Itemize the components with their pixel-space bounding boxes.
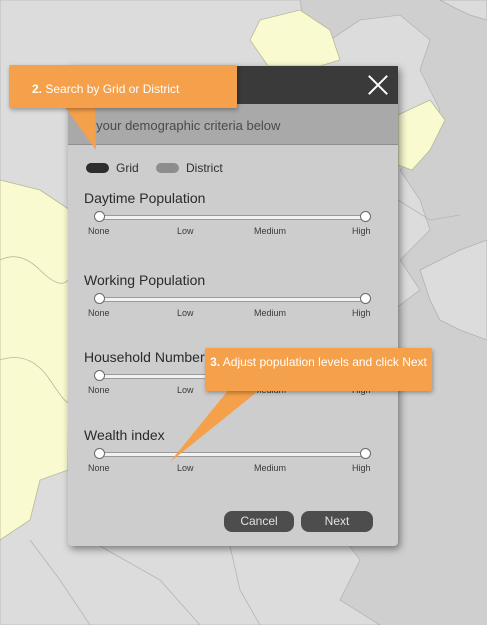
tick-low: Low <box>177 385 194 395</box>
cancel-button[interactable]: Cancel <box>224 511 294 532</box>
tick-high: High <box>352 226 371 236</box>
callout-step-2-text: Search by Grid or District <box>45 82 180 96</box>
toggle-grid-pill <box>86 163 109 173</box>
tick-none: None <box>88 385 110 395</box>
slider-title: Household Number <box>84 349 205 365</box>
close-icon[interactable] <box>366 72 390 96</box>
dialog-instructions: er your demographic criteria below <box>68 104 398 145</box>
callout-step-3: 3. Adjust population levels and click Ne… <box>205 348 432 391</box>
callout-step-2-number: 2. <box>32 82 43 96</box>
slider-track[interactable] <box>98 452 366 457</box>
tick-low: Low <box>177 308 194 318</box>
tick-none: None <box>88 308 110 318</box>
tick-high: High <box>352 463 371 473</box>
slider-max-handle[interactable] <box>360 448 371 459</box>
tick-high: High <box>352 308 371 318</box>
tick-medium: Medium <box>254 463 287 473</box>
slider-min-handle[interactable] <box>94 370 105 381</box>
toggle-grid[interactable]: Grid <box>86 161 146 175</box>
tick-medium: Medium <box>254 226 287 236</box>
instructions-text: er your demographic criteria below <box>81 118 281 133</box>
toggle-district[interactable]: District <box>156 161 236 175</box>
tick-none: None <box>88 463 110 473</box>
tick-low: Low <box>177 463 194 473</box>
tick-low: Low <box>177 226 194 236</box>
callout-step-3-number: 3. <box>210 355 221 369</box>
tick-none: None <box>88 226 110 236</box>
slider-title: Wealth index <box>84 427 165 443</box>
callout-step-2: 2. Search by Grid or District <box>9 65 237 108</box>
slider-track[interactable] <box>98 297 366 302</box>
slider-min-handle[interactable] <box>94 448 105 459</box>
toggle-district-label: District <box>186 161 223 175</box>
callout-step-3-text: Adjust population levels and click Next <box>222 355 427 369</box>
tick-medium: Medium <box>254 308 287 318</box>
toggle-grid-label: Grid <box>116 161 139 175</box>
slider-min-handle[interactable] <box>94 293 105 304</box>
slider-title: Daytime Population <box>84 190 206 206</box>
next-button[interactable]: Next <box>301 511 373 532</box>
slider-track[interactable] <box>98 215 366 220</box>
slider-min-handle[interactable] <box>94 211 105 222</box>
demographic-criteria-dialog: er your demographic criteria below Grid … <box>68 66 398 546</box>
slider-title: Working Population <box>84 272 206 288</box>
toggle-district-pill <box>156 163 179 173</box>
slider-max-handle[interactable] <box>360 293 371 304</box>
slider-max-handle[interactable] <box>360 211 371 222</box>
